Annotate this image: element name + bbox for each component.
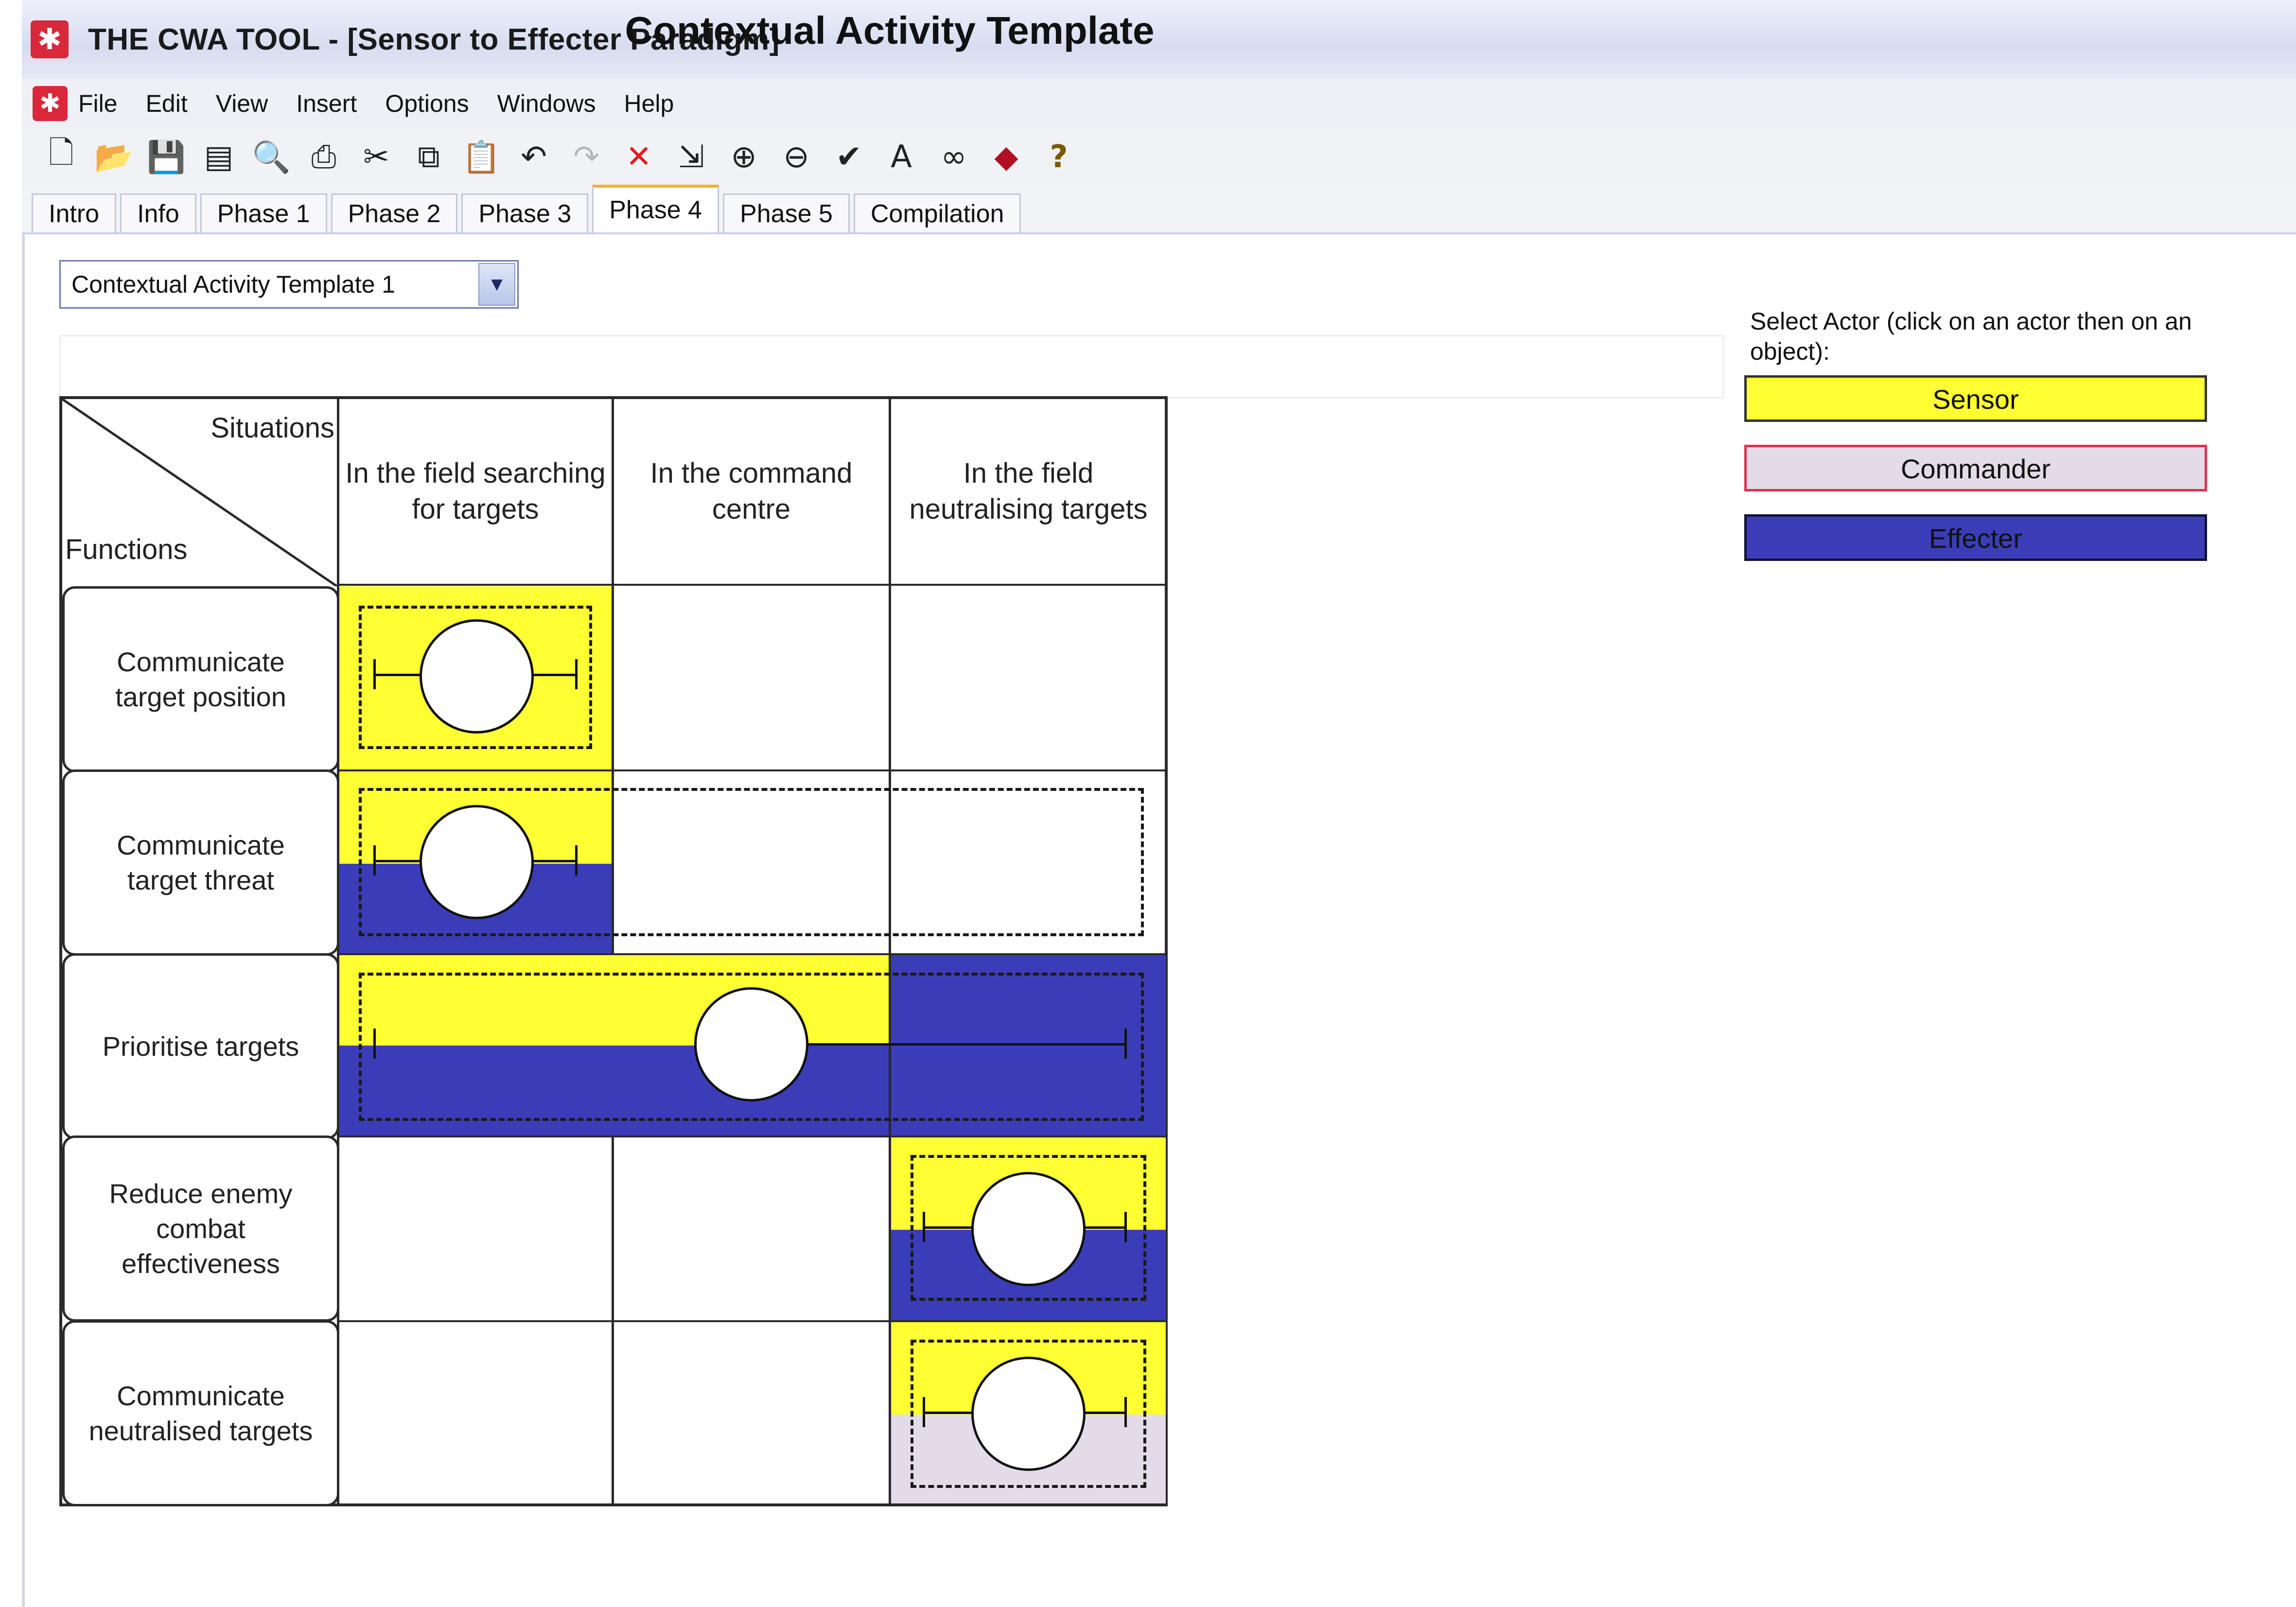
new-document-icon[interactable]: 🗋 xyxy=(41,135,81,177)
template-select-value: Contextual Activity Template 1 xyxy=(71,271,396,298)
cat-title-frame xyxy=(59,335,1724,398)
activity-span-start-row2 xyxy=(373,845,376,875)
activity-span-end-row2 xyxy=(575,845,578,875)
activity-span-start-row3 xyxy=(373,1029,376,1059)
function-reduce-enemy-combat-effectiveness: Reduce enemy combat effectiveness xyxy=(62,1135,339,1322)
menu-bar: ✱ File Edit View Insert Options Windows … xyxy=(22,79,2296,128)
grid-hline-0 xyxy=(337,584,1166,586)
function-prioritise-targets: Prioritise targets xyxy=(62,953,339,1139)
tab-phase-2[interactable]: Phase 2 xyxy=(331,193,458,232)
zoom-in-icon[interactable]: ⊕ xyxy=(724,137,764,177)
contextual-activity-template-grid: Situations Functions In the field search… xyxy=(59,396,1168,1506)
tab-info[interactable]: Info xyxy=(120,193,196,232)
activity-span-end-row5 xyxy=(1124,1397,1127,1427)
tab-intro[interactable]: Intro xyxy=(32,193,117,232)
activity-circle-row2[interactable] xyxy=(420,805,534,919)
situation-header-command-centre: In the command centre xyxy=(650,457,853,525)
spellcheck-icon[interactable]: ✔ xyxy=(829,137,869,177)
delete-icon[interactable]: ✕ xyxy=(619,137,659,177)
actor-effecter-button[interactable]: Effecter xyxy=(1744,514,2207,561)
corner-situations-label: Situations xyxy=(210,412,334,444)
copy-page-icon[interactable]: ▤ xyxy=(199,137,239,177)
function-communicate-target-position: Communicate target position xyxy=(62,586,339,772)
situation-header-field-search: In the field searching for targets xyxy=(345,457,606,525)
menu-edit[interactable]: Edit xyxy=(146,89,188,118)
cat-title: Contextual Activity Template xyxy=(625,9,1155,52)
activity-span-start-row5 xyxy=(923,1397,925,1427)
function-communicate-target-threat: Communicate target threat xyxy=(62,769,339,956)
activity-circle-row4[interactable] xyxy=(971,1172,1086,1286)
print-icon[interactable]: ⎙ xyxy=(304,137,344,177)
function-communicate-neutralised-targets: Communicate neutralised targets xyxy=(62,1320,339,1506)
undo-icon[interactable]: ↶ xyxy=(514,137,554,177)
activity-span-end-row4 xyxy=(1124,1212,1127,1242)
tab-phase-4[interactable]: Phase 4 xyxy=(592,185,719,232)
menu-help[interactable]: Help xyxy=(624,89,674,118)
grid-vline-2 xyxy=(612,399,614,1503)
menu-view[interactable]: View xyxy=(216,89,268,118)
chevron-down-icon[interactable]: ▼ xyxy=(478,263,515,306)
window-left-border xyxy=(22,234,25,1607)
menu-windows[interactable]: Windows xyxy=(497,89,596,118)
activity-circle-row3[interactable] xyxy=(694,987,808,1101)
select-actor-instruction: Select Actor (click on an actor then on … xyxy=(1750,308,2192,365)
print-preview-icon[interactable]: 🔍 xyxy=(251,137,291,177)
zoom-out-icon[interactable]: ⊖ xyxy=(776,137,816,177)
cut-icon[interactable]: ✂ xyxy=(356,137,396,177)
actor-commander-button[interactable]: Commander xyxy=(1744,445,2207,491)
phase-tabs: Intro Info Phase 1 Phase 2 Phase 3 Phase… xyxy=(22,185,2296,234)
situation-header-field-neutralise: In the field neutralising targets xyxy=(909,457,1148,525)
corner-functions-label: Functions xyxy=(65,534,188,565)
save-icon[interactable]: 💾 xyxy=(146,137,186,177)
app-menu-icon[interactable]: ✱ xyxy=(33,86,68,121)
menu-options[interactable]: Options xyxy=(385,89,469,118)
redo-icon[interactable]: ↷ xyxy=(566,137,606,177)
tab-compilation[interactable]: Compilation xyxy=(853,193,1021,232)
tab-phase-3[interactable]: Phase 3 xyxy=(461,193,589,232)
activity-span-start-row1 xyxy=(373,659,376,689)
activity-span-end-row1 xyxy=(575,659,578,689)
import-icon[interactable]: ⇲ xyxy=(671,137,711,177)
menu-insert[interactable]: Insert xyxy=(296,89,357,118)
binoculars-icon[interactable]: ∞ xyxy=(934,137,974,177)
toolbar: 🗋 📂 💾 ▤ 🔍 ⎙ ✂ ⧉ 📋 ↶ ↷ ✕ ⇲ ⊕ ⊖ ✔ A ∞ ◆ ? xyxy=(22,128,2296,186)
help-icon[interactable]: ? xyxy=(1039,137,1079,177)
tab-phase-5[interactable]: Phase 5 xyxy=(723,193,850,232)
activity-span-end-row3 xyxy=(1124,1029,1127,1059)
activity-circle-row1[interactable] xyxy=(420,619,534,734)
paste-icon[interactable]: 📋 xyxy=(461,137,501,177)
copy-icon[interactable]: ⧉ xyxy=(409,137,449,177)
activity-circle-row5[interactable] xyxy=(971,1357,1086,1471)
tab-phase-1[interactable]: Phase 1 xyxy=(200,193,327,232)
activity-span-start-row4 xyxy=(923,1212,925,1242)
menu-file[interactable]: File xyxy=(78,89,118,118)
template-select[interactable]: Contextual Activity Template 1 ▼ xyxy=(59,260,519,309)
actor-sensor-button[interactable]: Sensor xyxy=(1744,375,2207,422)
open-folder-icon[interactable]: 📂 xyxy=(94,137,134,177)
text-icon[interactable]: A xyxy=(881,137,921,177)
book-icon[interactable]: ◆ xyxy=(986,137,1026,177)
